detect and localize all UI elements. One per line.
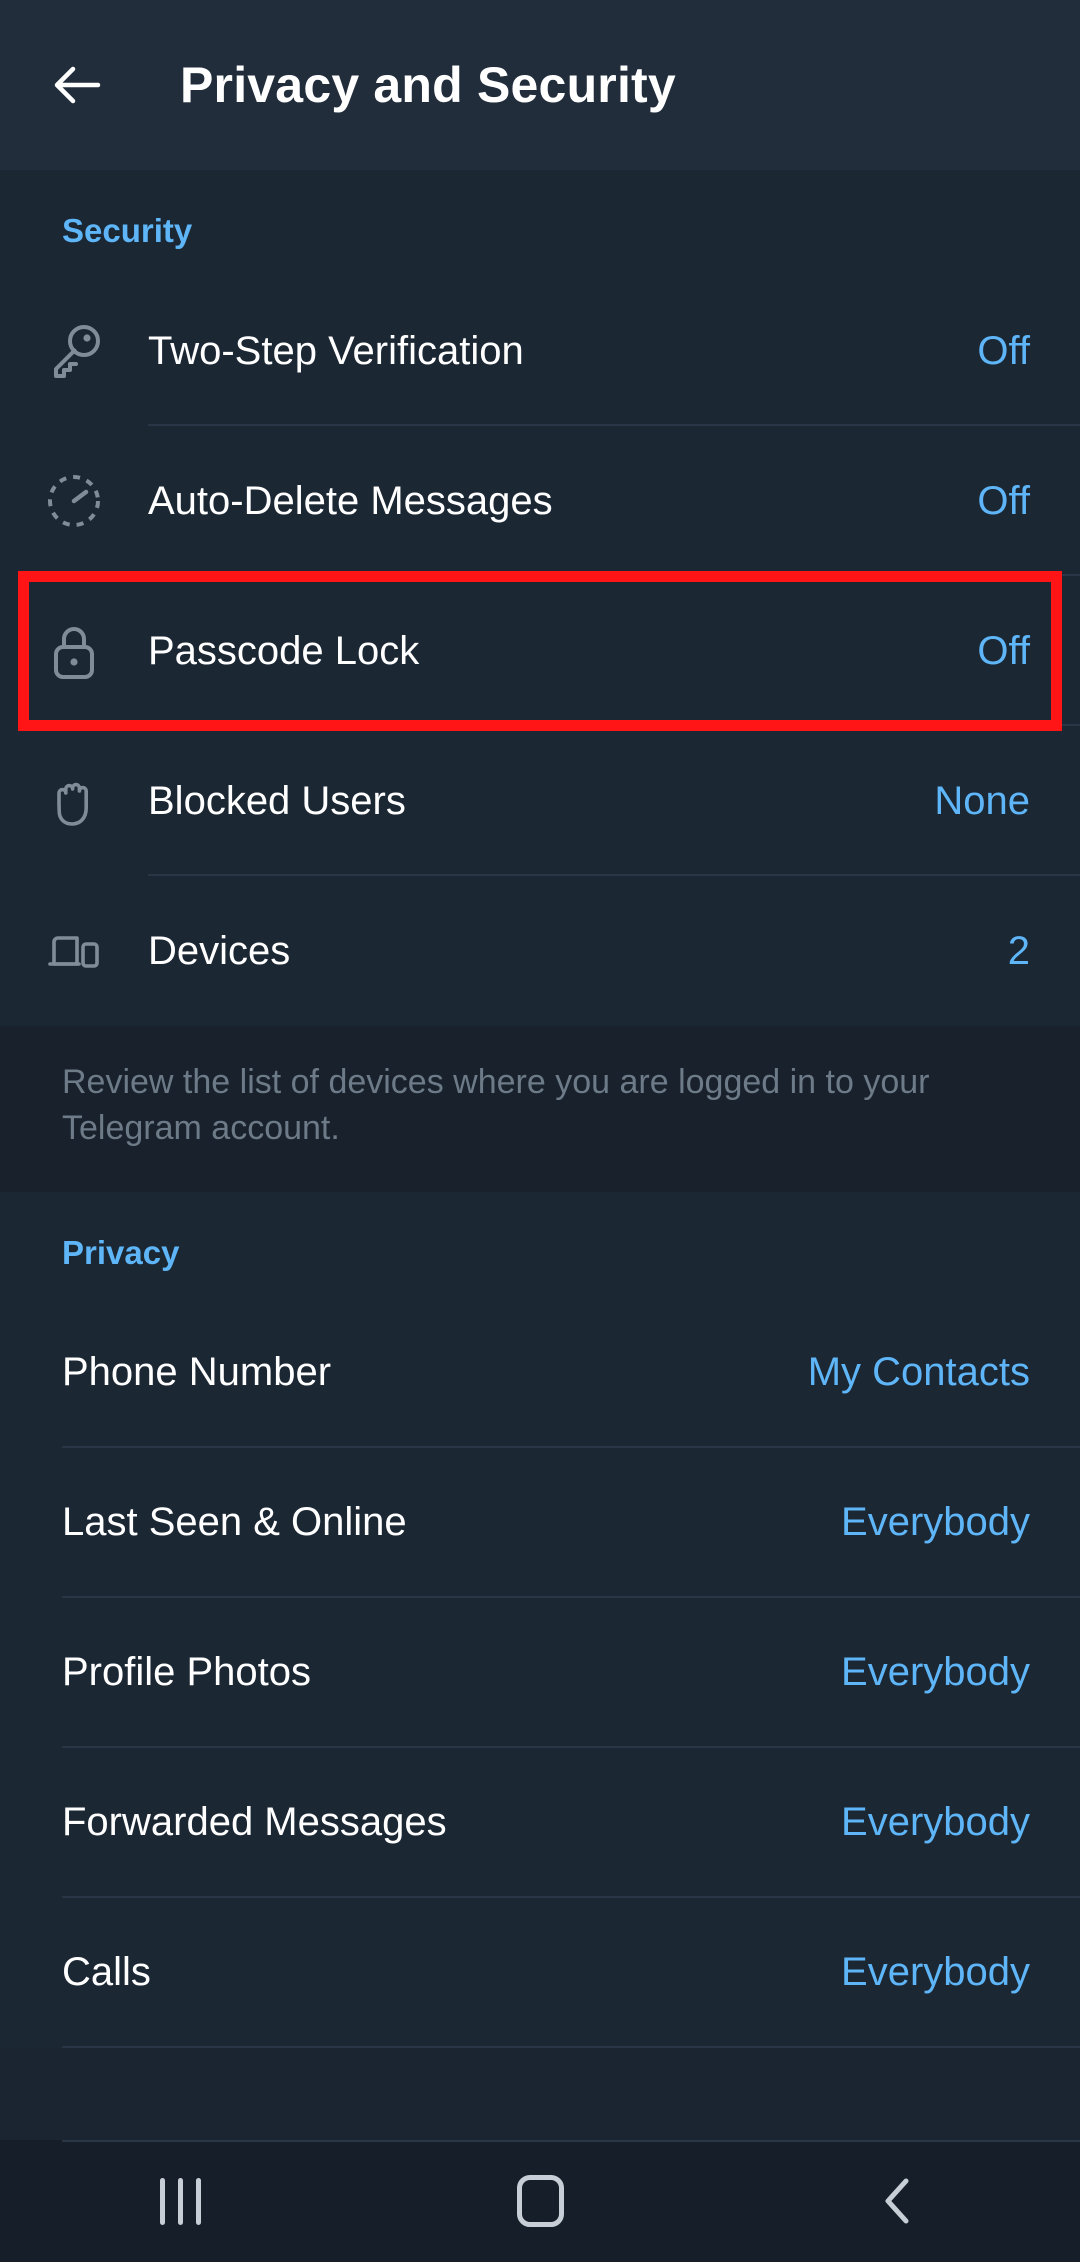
row-value: None	[934, 778, 1030, 823]
recents-icon[interactable]	[0, 2140, 360, 2262]
navbar-divider	[62, 2140, 1080, 2142]
row-label: Profile Photos	[62, 1650, 312, 1695]
key-icon	[0, 320, 148, 382]
row-divider	[62, 2045, 1080, 2048]
row-value: My Contacts	[807, 1350, 1030, 1395]
row-label: Blocked Users	[148, 778, 406, 823]
privacy-section: Privacy Phone Number My Contacts Last Se…	[0, 1191, 1080, 2048]
row-label: Forwarded Messages	[62, 1800, 447, 1845]
app-header: Privacy and Security	[0, 0, 1080, 170]
lock-icon	[0, 620, 148, 682]
row-value: Everybody	[841, 1650, 1030, 1695]
back-arrow-icon[interactable]	[48, 56, 106, 114]
row-label: Devices	[148, 928, 291, 973]
row-value: Off	[977, 478, 1030, 523]
security-section-title: Security	[62, 212, 193, 249]
row-devices[interactable]: Devices 2	[0, 876, 1080, 1026]
page-title: Privacy and Security	[180, 57, 676, 113]
row-blocked-users[interactable]: Blocked Users None	[0, 726, 1080, 876]
app-root: Privacy and Security Security Two-Step V…	[0, 0, 1080, 2262]
row-value: Off	[977, 628, 1030, 673]
timer-icon	[0, 470, 148, 532]
row-value: 2	[1007, 928, 1030, 973]
row-last-seen-online[interactable]: Last Seen & Online Everybody	[0, 1448, 1080, 1598]
devices-note-text: Review the list of devices where you are…	[62, 1063, 930, 1147]
row-calls[interactable]: Calls Everybody	[0, 1898, 1080, 2048]
row-forwarded-messages[interactable]: Forwarded Messages Everybody	[0, 1748, 1080, 1898]
home-icon[interactable]	[360, 2140, 720, 2262]
devices-note: Review the list of devices where you are…	[0, 1026, 1080, 1192]
row-profile-photos[interactable]: Profile Photos Everybody	[0, 1598, 1080, 1748]
row-two-step-verification[interactable]: Two-Step Verification Off	[0, 276, 1080, 426]
row-value: Everybody	[841, 1500, 1030, 1545]
row-phone-number[interactable]: Phone Number My Contacts	[0, 1298, 1080, 1448]
row-auto-delete-messages[interactable]: Auto-Delete Messages Off	[0, 426, 1080, 576]
row-label: Last Seen & Online	[62, 1500, 407, 1545]
android-navigation-bar	[0, 2140, 1080, 2262]
back-icon[interactable]	[720, 2140, 1080, 2262]
hand-icon	[0, 770, 148, 832]
row-label: Auto-Delete Messages	[148, 478, 553, 523]
row-label: Calls	[62, 1950, 151, 1995]
security-section: Security Two-Step Verification Off Auto-…	[0, 170, 1080, 1026]
row-value: Everybody	[841, 1800, 1030, 1845]
row-label: Two-Step Verification	[148, 328, 524, 373]
privacy-section-title: Privacy	[62, 1233, 180, 1271]
row-label: Passcode Lock	[148, 628, 420, 673]
row-value: Everybody	[841, 1950, 1030, 1995]
devices-icon	[0, 920, 148, 982]
row-value: Off	[977, 328, 1030, 373]
row-label: Phone Number	[62, 1350, 332, 1395]
row-passcode-lock[interactable]: Passcode Lock Off	[0, 576, 1080, 726]
